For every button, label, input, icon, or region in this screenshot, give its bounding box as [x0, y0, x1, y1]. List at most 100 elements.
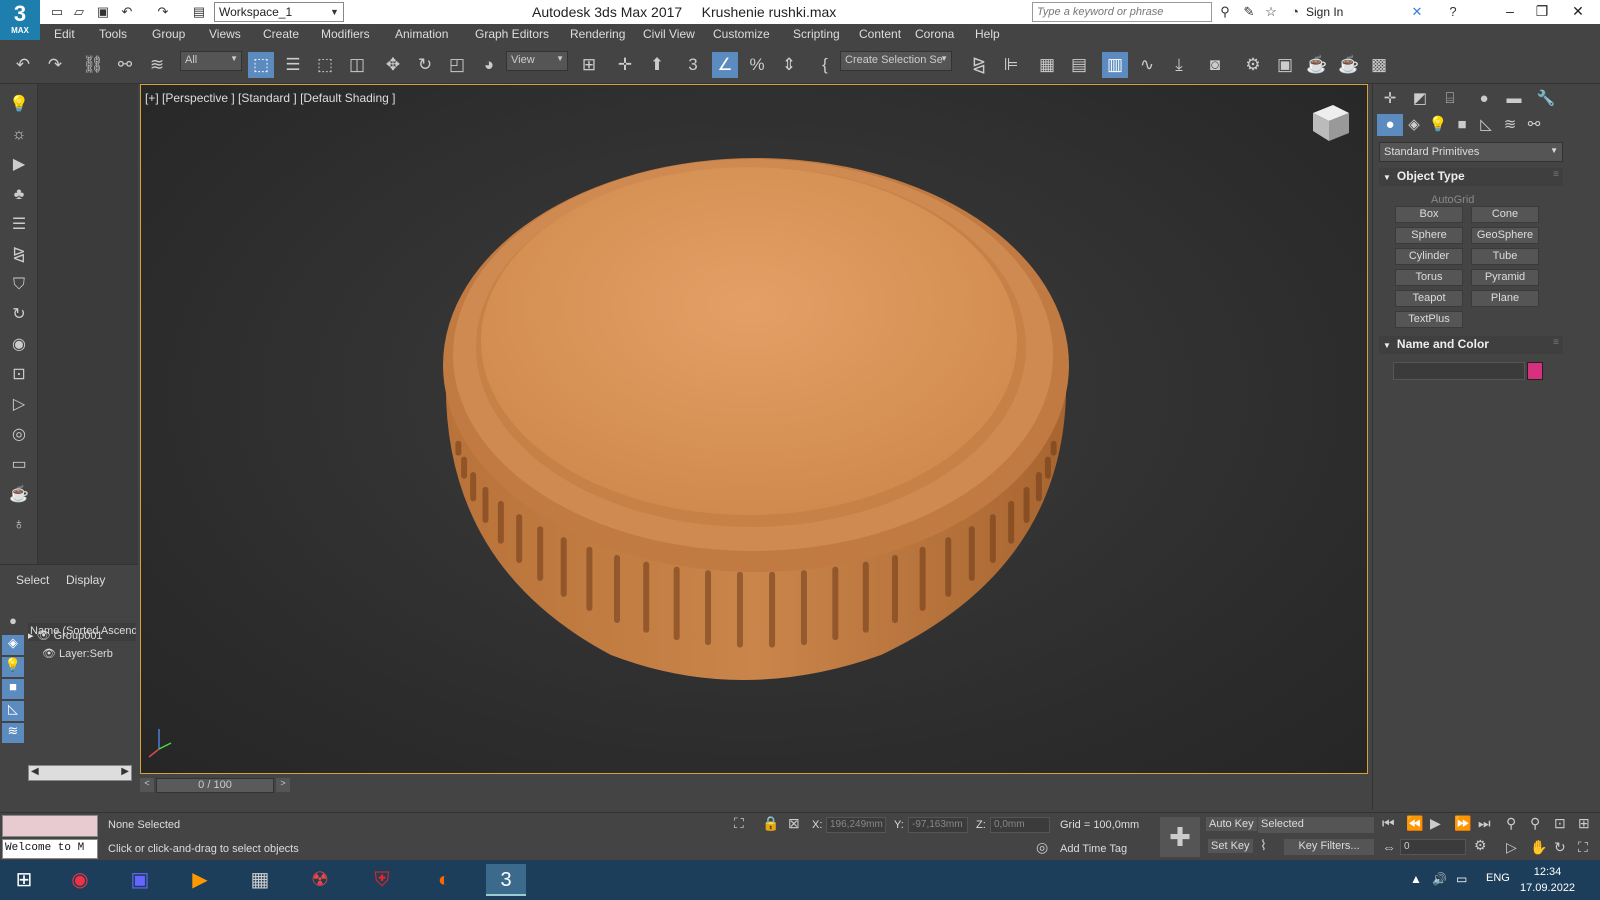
- close-button[interactable]: ✕: [1556, 0, 1600, 24]
- absolute-mode-icon[interactable]: ⊠: [788, 815, 800, 832]
- shapes-category-icon[interactable]: ◈: [1401, 114, 1427, 136]
- z-coordinate-field[interactable]: 0,0mm: [990, 817, 1050, 833]
- star-icon[interactable]: ☆: [1262, 3, 1280, 21]
- pyramid-button[interactable]: Pyramid: [1471, 269, 1539, 286]
- snaps-toggle-icon[interactable]: 3: [680, 52, 706, 78]
- pan-icon[interactable]: ✋: [1530, 839, 1547, 856]
- rendered-frame-icon[interactable]: ▣: [1272, 52, 1298, 78]
- render-setup-icon[interactable]: ⚙: [1240, 52, 1266, 78]
- select-by-name-icon[interactable]: ☰: [280, 52, 306, 78]
- x-coordinate-field[interactable]: 196,249mm: [826, 817, 886, 833]
- media-player-icon[interactable]: ▶: [180, 864, 220, 896]
- rotate-icon[interactable]: ↻: [412, 52, 438, 78]
- render-iterative-icon[interactable]: ☕: [1336, 52, 1362, 78]
- language-indicator[interactable]: ENG: [1486, 872, 1510, 884]
- prev-key-icon[interactable]: ⏪: [1406, 815, 1423, 832]
- sun-icon[interactable]: ☼: [6, 122, 32, 148]
- geometry-category-icon[interactable]: ●: [1377, 114, 1403, 136]
- angle-snap-icon[interactable]: ∠: [712, 52, 738, 78]
- menu-animation[interactable]: Animation: [395, 27, 448, 41]
- cap-model[interactable]: [141, 85, 1368, 774]
- communication-icon[interactable]: ✎: [1240, 3, 1258, 21]
- exchange-icon[interactable]: ✕: [1408, 3, 1426, 21]
- filter-spacewarps-icon[interactable]: ≋: [2, 723, 24, 743]
- menu-edit[interactable]: Edit: [54, 27, 75, 41]
- perspective-viewport[interactable]: [+] [Perspective ] [Standard ] [Default …: [140, 84, 1368, 774]
- panel-icon[interactable]: ▭: [6, 452, 32, 478]
- horizontal-scrollbar[interactable]: ◀ ▶: [28, 765, 132, 781]
- material-editor-icon[interactable]: ◙: [1202, 52, 1228, 78]
- maxscript-input[interactable]: Welcome to M: [2, 839, 98, 859]
- textplus-button[interactable]: TextPlus: [1395, 311, 1463, 328]
- cone-button[interactable]: Cone: [1471, 206, 1539, 223]
- toggle-ribbon-icon[interactable]: ▤: [1066, 52, 1092, 78]
- rotate-tool-icon[interactable]: ↻: [6, 302, 32, 328]
- object-type-rollout[interactable]: ▼ Object Type ≡: [1379, 168, 1563, 186]
- hierarchy-tab-icon[interactable]: ⌸: [1437, 88, 1463, 110]
- antivirus-icon[interactable]: ⛨: [362, 864, 402, 896]
- eye-icon[interactable]: 👁: [37, 630, 51, 642]
- object-name-field[interactable]: [1393, 362, 1525, 380]
- primitive-category-dropdown[interactable]: Standard Primitives ▼: [1379, 142, 1563, 162]
- autogrid-checkbox[interactable]: AutoGrid: [1431, 194, 1474, 206]
- torus-button[interactable]: Torus: [1395, 269, 1463, 286]
- time-config-icon[interactable]: ⚙: [1474, 837, 1487, 854]
- tray-arrow-icon[interactable]: ▲: [1410, 872, 1422, 886]
- chrome-icon[interactable]: ◉: [60, 864, 100, 896]
- menu-corona[interactable]: Corona: [915, 27, 954, 41]
- tube-button[interactable]: Tube: [1471, 248, 1539, 265]
- 3dsmax-taskbar-icon[interactable]: 3: [486, 864, 526, 896]
- modify-tab-icon[interactable]: ◩: [1407, 88, 1433, 110]
- key-tangent-icon[interactable]: ⌇: [1260, 837, 1267, 854]
- filter-lights-icon[interactable]: 💡: [2, 657, 24, 677]
- auto-key-button[interactable]: Auto Key: [1206, 817, 1257, 831]
- lights-category-icon[interactable]: 💡: [1425, 114, 1451, 136]
- frame-icon[interactable]: ⊡: [6, 362, 32, 388]
- time-slider-thumb[interactable]: 0 / 100: [156, 778, 274, 793]
- cameras-category-icon[interactable]: ■: [1449, 114, 1475, 136]
- spinner-snap-icon[interactable]: ⇕: [776, 52, 802, 78]
- list-icon[interactable]: ☰: [6, 212, 32, 238]
- align-icon[interactable]: ⊫: [998, 52, 1024, 78]
- sphere-button[interactable]: Sphere: [1395, 227, 1463, 244]
- key-mode-toggle-icon[interactable]: ⇔: [1382, 839, 1396, 855]
- unlink-icon[interactable]: ⚯: [112, 52, 138, 78]
- selection-filter-dropdown[interactable]: All ▼: [180, 51, 242, 71]
- windows-start-icon[interactable]: ⊞: [4, 864, 44, 896]
- clock[interactable]: 12:34 17.09.2022: [1520, 864, 1575, 896]
- schematic-view-icon[interactable]: ⤓: [1166, 52, 1192, 78]
- filter-helpers-icon[interactable]: ◺: [2, 701, 24, 721]
- calculator-icon[interactable]: ▦: [240, 864, 280, 896]
- play-panel-icon[interactable]: ▷: [6, 392, 32, 418]
- systems-category-icon[interactable]: ⚯: [1521, 114, 1547, 136]
- zoom-extents-icon[interactable]: ⊡: [1554, 815, 1566, 832]
- menu-graph-editors[interactable]: Graph Editors: [475, 27, 549, 41]
- ccleaner-icon[interactable]: ☢: [300, 864, 340, 896]
- bind-spacewarp-icon[interactable]: ≋: [144, 52, 170, 78]
- scene-row[interactable]: ▸ 👁 Group001: [28, 629, 136, 646]
- current-frame-field[interactable]: 0: [1400, 839, 1466, 855]
- menu-views[interactable]: Views: [209, 27, 241, 41]
- save-app-icon[interactable]: ▣: [120, 864, 160, 896]
- menu-create[interactable]: Create: [263, 27, 299, 41]
- move-icon[interactable]: ✥: [380, 52, 406, 78]
- tree-icon[interactable]: ♣: [6, 182, 32, 208]
- sphere-tool-icon[interactable]: ◉: [6, 332, 32, 358]
- set-key-button[interactable]: Set Key: [1208, 839, 1253, 853]
- render-online-icon[interactable]: ▩: [1366, 52, 1392, 78]
- utilities-tab-icon[interactable]: 🔧: [1533, 88, 1559, 110]
- ref-coord-dropdown[interactable]: View ▼: [506, 51, 568, 71]
- scene-explorer-icon[interactable]: ▥: [1102, 52, 1128, 78]
- menu-modifiers[interactable]: Modifiers: [321, 27, 370, 41]
- goto-end-icon[interactable]: ⏭: [1478, 815, 1491, 832]
- orbit-icon[interactable]: ↻: [1554, 839, 1566, 856]
- scene-tab-select[interactable]: Select: [16, 573, 49, 587]
- filter-cameras-icon[interactable]: ■: [2, 679, 24, 699]
- app-menu-button[interactable]: 3 MAX: [0, 0, 40, 40]
- mirror-tool-icon[interactable]: ⧎: [6, 242, 32, 268]
- redo-icon[interactable]: ↷: [42, 52, 68, 78]
- volume-icon[interactable]: 🔊: [1432, 872, 1447, 886]
- camera-icon[interactable]: ▶: [6, 152, 32, 178]
- chevron-down-icon[interactable]: ▼: [330, 2, 344, 22]
- scroll-right-icon[interactable]: ▶: [121, 766, 129, 777]
